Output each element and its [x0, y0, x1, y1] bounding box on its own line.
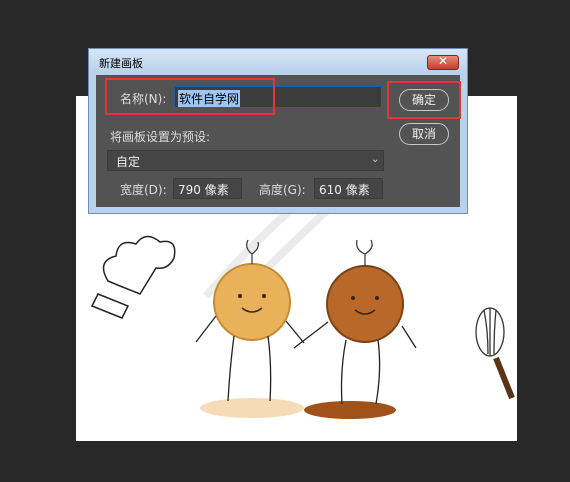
- preset-label: 将画板设置为预设:: [110, 130, 211, 144]
- close-button[interactable]: ✕: [427, 54, 459, 70]
- width-label: 宽度(D):: [120, 183, 167, 197]
- new-artboard-dialog: 新建画板 ✕ 名称(N): 软件自学网 确定 取消 将画板设置为预设: 自定 ⌄…: [88, 48, 468, 214]
- chevron-down-icon: ⌄: [371, 154, 380, 165]
- height-input[interactable]: 610 像素: [314, 178, 383, 199]
- whisk-drawing: [475, 307, 515, 400]
- preset-select[interactable]: 自定 ⌄: [107, 150, 384, 171]
- dialog-titlebar: 新建画板 ✕: [89, 49, 467, 73]
- ok-highlight-box: [387, 81, 461, 119]
- name-highlight-box: [105, 78, 275, 115]
- cancel-button[interactable]: 取消: [399, 123, 449, 145]
- dialog-body: 名称(N): 软件自学网 确定 取消 将画板设置为预设: 自定 ⌄ 宽度(D):…: [96, 75, 461, 207]
- height-label: 高度(G):: [259, 183, 306, 197]
- right-cookie-character: [293, 239, 417, 419]
- dialog-title: 新建画板: [99, 57, 143, 70]
- left-cookie-character: [195, 239, 305, 418]
- height-value: 610 像素: [319, 183, 370, 197]
- preset-value: 自定: [116, 155, 141, 169]
- width-value: 790 像素: [178, 183, 229, 197]
- chef-hat-drawing: [90, 235, 176, 319]
- close-icon: ✕: [437, 54, 449, 68]
- width-input[interactable]: 790 像素: [173, 178, 242, 199]
